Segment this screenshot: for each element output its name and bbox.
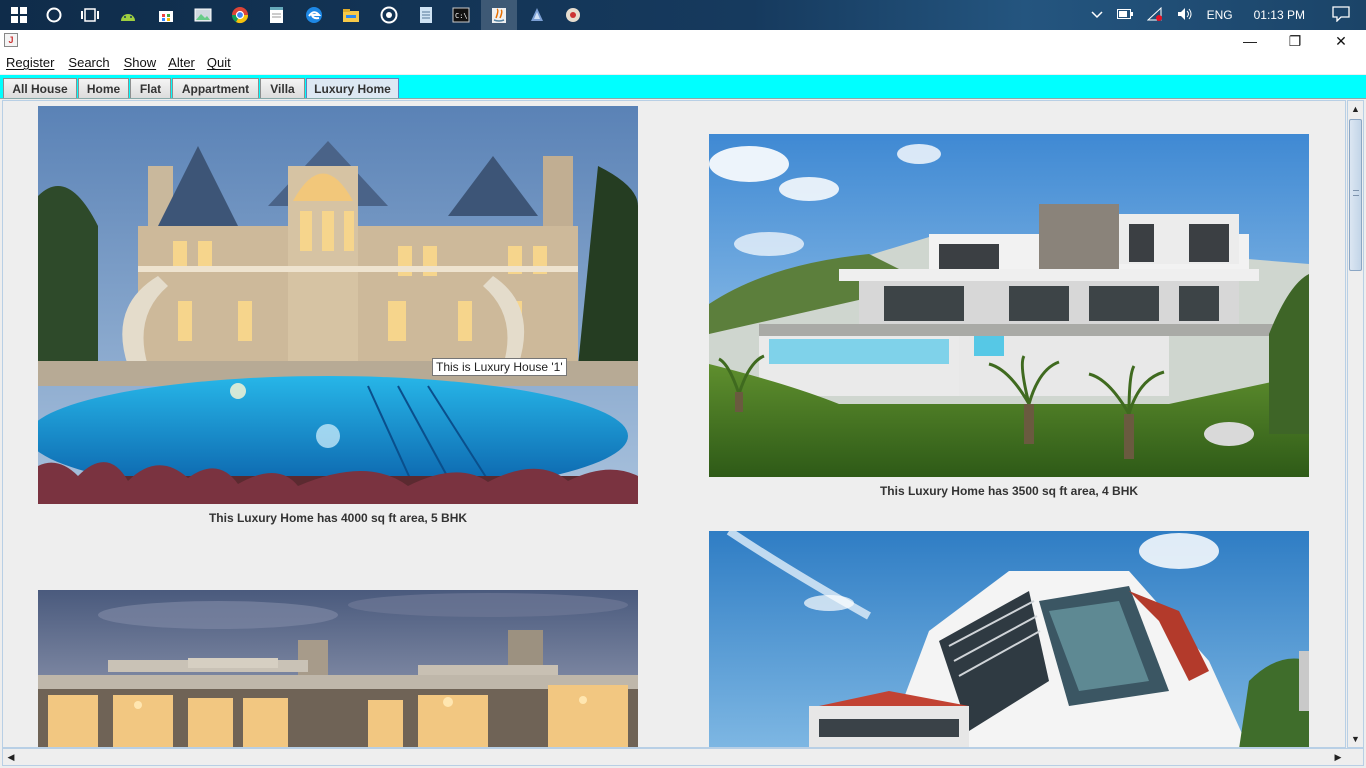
volume-icon[interactable]	[1177, 7, 1193, 24]
menu-alter[interactable]: Alter	[162, 52, 201, 74]
luxury-house-3-image[interactable]	[38, 590, 638, 747]
menu-bar: Register Search Show Alter Quit	[0, 52, 1366, 74]
chrome-icon[interactable]	[229, 4, 251, 26]
scroll-down-arrow-icon[interactable]: ▼	[1348, 731, 1363, 747]
menu-quit[interactable]: Quit	[201, 52, 237, 74]
android-studio-icon[interactable]	[117, 4, 139, 26]
luxury-house-2-image[interactable]	[709, 134, 1309, 477]
edge-icon[interactable]	[303, 4, 325, 26]
battery-icon[interactable]	[1116, 8, 1133, 22]
tab-flat[interactable]: Flat	[130, 78, 171, 98]
house-2-caption: This Luxury Home has 3500 sq ft area, 4 …	[879, 484, 1139, 498]
svg-text:C:\: C:\	[455, 12, 468, 20]
close-button[interactable]: ✕	[1318, 30, 1364, 52]
menu-show[interactable]: Show	[118, 52, 163, 74]
tab-home[interactable]: Home	[78, 78, 129, 98]
scroll-left-arrow-icon[interactable]: ◀	[3, 749, 19, 765]
luxury-house-1-image[interactable]	[38, 106, 638, 504]
media-icon[interactable]	[378, 4, 400, 26]
notepad-icon[interactable]	[266, 4, 288, 26]
scroll-up-arrow-icon[interactable]: ▲	[1348, 101, 1363, 117]
menu-register[interactable]: Register	[0, 52, 60, 74]
language-indicator[interactable]: ENG	[1207, 8, 1233, 22]
house-1-caption: This Luxury Home has 4000 sq ft area, 5 …	[208, 511, 468, 525]
file-explorer-icon[interactable]	[340, 4, 362, 26]
minimize-button[interactable]: —	[1227, 30, 1273, 52]
house-gallery: This Luxury Home has 4000 sq ft area, 5 …	[2, 100, 1346, 748]
maximize-button[interactable]: ❐	[1272, 30, 1318, 52]
tab-strip: All House Home Flat Appartment Villa Lux…	[0, 75, 1366, 99]
clock[interactable]: 01:13 PM	[1254, 8, 1305, 22]
netbeans-icon[interactable]	[526, 4, 548, 26]
cmd-icon[interactable]: C:\	[450, 4, 472, 26]
vertical-scrollbar[interactable]: ▲ ▼	[1347, 100, 1364, 748]
scroll-grip-icon	[1353, 190, 1359, 196]
windows-start-icon[interactable]	[8, 4, 30, 26]
game-icon[interactable]	[562, 4, 584, 26]
task-view-icon[interactable]	[79, 4, 101, 26]
tab-all-house[interactable]: All House	[3, 78, 77, 98]
horizontal-scrollbar[interactable]: ◀ ▶	[2, 748, 1364, 766]
notification-icon[interactable]	[1332, 5, 1350, 25]
vertical-scroll-thumb[interactable]	[1349, 119, 1362, 271]
cortana-icon[interactable]	[43, 4, 65, 26]
title-bar: J — ❐ ✕	[0, 30, 1366, 52]
scroll-right-arrow-icon[interactable]: ▶	[1330, 749, 1346, 765]
photos-icon[interactable]	[192, 4, 214, 26]
taskbar: C:\ ENG 01:13 PM	[0, 0, 1366, 30]
menu-search[interactable]: Search	[62, 52, 115, 74]
house-tooltip: This is Luxury House '1'	[432, 358, 567, 376]
tab-luxury-home[interactable]: Luxury Home	[306, 78, 399, 98]
notes-icon[interactable]	[415, 4, 437, 26]
app-window: J — ❐ ✕ Register Search Show Alter Quit …	[0, 30, 1366, 768]
tab-villa[interactable]: Villa	[260, 78, 305, 98]
system-tray: ENG 01:13 PM	[1084, 0, 1366, 30]
java-icon[interactable]	[488, 4, 510, 26]
tab-appartment[interactable]: Appartment	[172, 78, 259, 98]
app-java-icon: J	[4, 33, 18, 47]
luxury-house-4-image[interactable]	[709, 531, 1309, 747]
store-icon[interactable]	[155, 4, 177, 26]
network-disconnected-icon[interactable]	[1146, 6, 1163, 24]
chevron-up-icon[interactable]	[1091, 8, 1103, 22]
